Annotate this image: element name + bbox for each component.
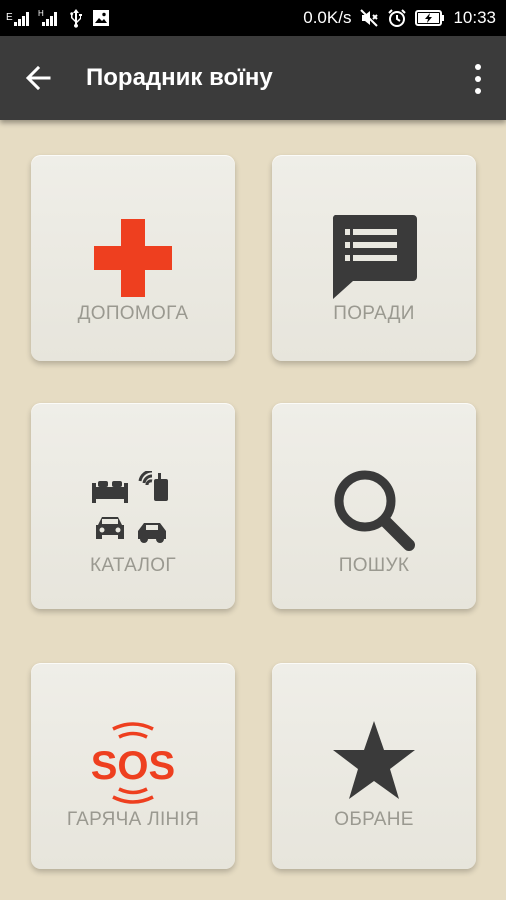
red-cross-icon bbox=[31, 219, 235, 297]
bed-icon bbox=[92, 481, 128, 503]
overflow-menu-button[interactable] bbox=[472, 64, 484, 94]
tile-label-search: ПОШУК bbox=[338, 555, 410, 576]
alarm-icon bbox=[387, 8, 407, 28]
tile-label-favorites: ОБРАНЕ bbox=[334, 809, 414, 830]
status-right: 0.0K/s 10:33 bbox=[303, 0, 496, 36]
tile-favorites[interactable]: ОБРАНЕ bbox=[272, 663, 476, 869]
usb-icon bbox=[66, 8, 86, 28]
signal-bars-icon: H bbox=[38, 8, 60, 28]
status-time: 10:33 bbox=[453, 8, 496, 27]
tile-tips[interactable]: ПОРАДИ bbox=[272, 155, 476, 361]
tile-catalog[interactable]: КАТАЛОГ bbox=[31, 403, 235, 609]
more-vert-icon bbox=[475, 64, 481, 70]
status-left-icons: E H bbox=[6, 0, 110, 36]
back-button[interactable] bbox=[22, 62, 54, 94]
tile-hotline[interactable]: SOS ГАРЯЧА ЛІНІЯ bbox=[31, 663, 235, 869]
arrow-back-icon bbox=[25, 65, 51, 91]
search-icon bbox=[272, 469, 476, 553]
car-icon bbox=[96, 517, 124, 539]
image-notification-icon bbox=[92, 9, 110, 27]
car-side-icon bbox=[138, 523, 166, 543]
sim-signal-icon: E bbox=[6, 8, 32, 28]
app-bar: Порадник воїну bbox=[0, 36, 506, 120]
sos-text: SOS bbox=[91, 744, 175, 788]
svg-text:E: E bbox=[6, 12, 13, 23]
catalog-icon bbox=[31, 471, 235, 551]
tile-label-catalog: КАТАЛОГ bbox=[90, 555, 176, 576]
star-icon bbox=[272, 721, 476, 801]
radio-icon bbox=[138, 471, 168, 501]
mute-icon bbox=[359, 8, 379, 28]
sos-icon: SOS bbox=[31, 721, 235, 805]
battery-charging-icon bbox=[415, 9, 445, 27]
network-speed: 0.0K/s bbox=[303, 8, 352, 27]
tile-label-tips: ПОРАДИ bbox=[333, 303, 415, 324]
chat-list-icon bbox=[272, 215, 476, 299]
tile-help[interactable]: ДОПОМОГА bbox=[31, 155, 235, 361]
page-title: Порадник воїну bbox=[86, 64, 273, 91]
tile-label-help: ДОПОМОГА bbox=[77, 303, 189, 324]
svg-text:H: H bbox=[38, 9, 44, 18]
tile-label-hotline: ГАРЯЧА ЛІНІЯ bbox=[66, 809, 200, 830]
status-bar: E H 0.0K/s 10:33 bbox=[0, 0, 506, 36]
tile-search[interactable]: ПОШУК bbox=[272, 403, 476, 609]
